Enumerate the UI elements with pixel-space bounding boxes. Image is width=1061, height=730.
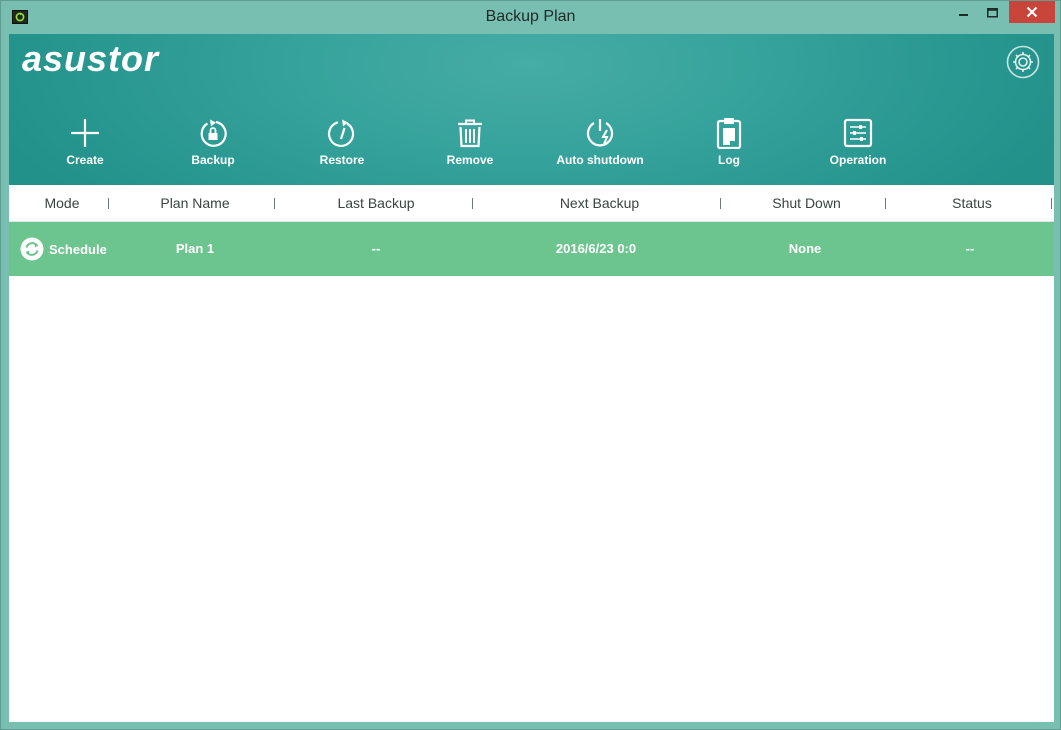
backup-plan-window: Backup Plan asustor Create Backup Restor… (0, 0, 1061, 730)
backup-label: Backup (191, 153, 235, 167)
minimize-icon (959, 14, 968, 16)
remove-label: Remove (446, 153, 494, 167)
create-label: Create (66, 153, 104, 167)
plan-name-cell: Plan 1 (175, 241, 215, 256)
create-button[interactable]: Create (66, 116, 104, 172)
column-separator[interactable] (108, 198, 109, 209)
log-button[interactable]: Log (712, 116, 746, 172)
column-header-last-backup[interactable]: Last Backup (276, 185, 476, 221)
table-header: Mode Plan Name Last Backup Next Backup S… (9, 185, 1054, 222)
mode-cell: Schedule (20, 237, 107, 261)
restore-button[interactable]: Restore (319, 116, 365, 172)
minimize-button[interactable] (950, 1, 978, 25)
schedule-sync-icon (20, 237, 44, 261)
remove-button[interactable]: Remove (447, 116, 493, 172)
column-header-mode[interactable]: Mode (9, 185, 115, 221)
column-separator[interactable] (274, 198, 275, 209)
close-button[interactable] (1009, 1, 1055, 23)
restore-icon (328, 119, 355, 148)
trash-icon (458, 119, 482, 148)
column-header-next-backup[interactable]: Next Backup (476, 185, 723, 221)
operation-label: Operation (829, 153, 887, 167)
maximize-button[interactable] (978, 1, 1006, 25)
asustor-logo: asustor (22, 38, 160, 79)
gear-icon[interactable] (1006, 45, 1040, 79)
window-title: Backup Plan (485, 8, 576, 25)
status-cell: -- (965, 241, 975, 256)
column-header-status[interactable]: Status (890, 185, 1054, 221)
table-row[interactable]: Schedule Plan 1 -- 2016/6/23 0:0 None -- (9, 222, 1054, 276)
restore-label: Restore (319, 153, 365, 167)
client-area: asustor Create Backup Restore Remove Aut… (9, 34, 1054, 722)
column-separator[interactable] (1051, 198, 1052, 209)
header-banner: asustor Create Backup Restore Remove Aut… (9, 34, 1054, 185)
column-header-plan-name[interactable]: Plan Name (114, 185, 276, 221)
power-icon (586, 119, 614, 147)
close-icon (1026, 6, 1038, 18)
plus-icon (71, 119, 99, 147)
backup-button[interactable]: Backup (191, 116, 235, 172)
column-separator[interactable] (885, 198, 886, 209)
maximize-icon (986, 8, 998, 18)
auto-shutdown-label: Auto shutdown (556, 153, 644, 167)
log-label: Log (718, 153, 740, 167)
backup-lock-icon (200, 119, 227, 147)
sliders-icon (843, 118, 873, 148)
column-separator[interactable] (720, 198, 721, 209)
column-separator[interactable] (472, 198, 473, 209)
shut-down-cell: None (788, 241, 822, 256)
next-backup-cell: 2016/6/23 0:0 (555, 241, 637, 256)
mode-value: Schedule (49, 241, 107, 257)
operation-button[interactable]: Operation (829, 116, 887, 172)
clipboard-icon (716, 118, 742, 149)
last-backup-cell: -- (371, 241, 381, 256)
title-bar[interactable]: Backup Plan (1, 1, 1060, 34)
auto-shutdown-button[interactable]: Auto shutdown (556, 116, 644, 172)
column-header-shut-down[interactable]: Shut Down (723, 185, 890, 221)
